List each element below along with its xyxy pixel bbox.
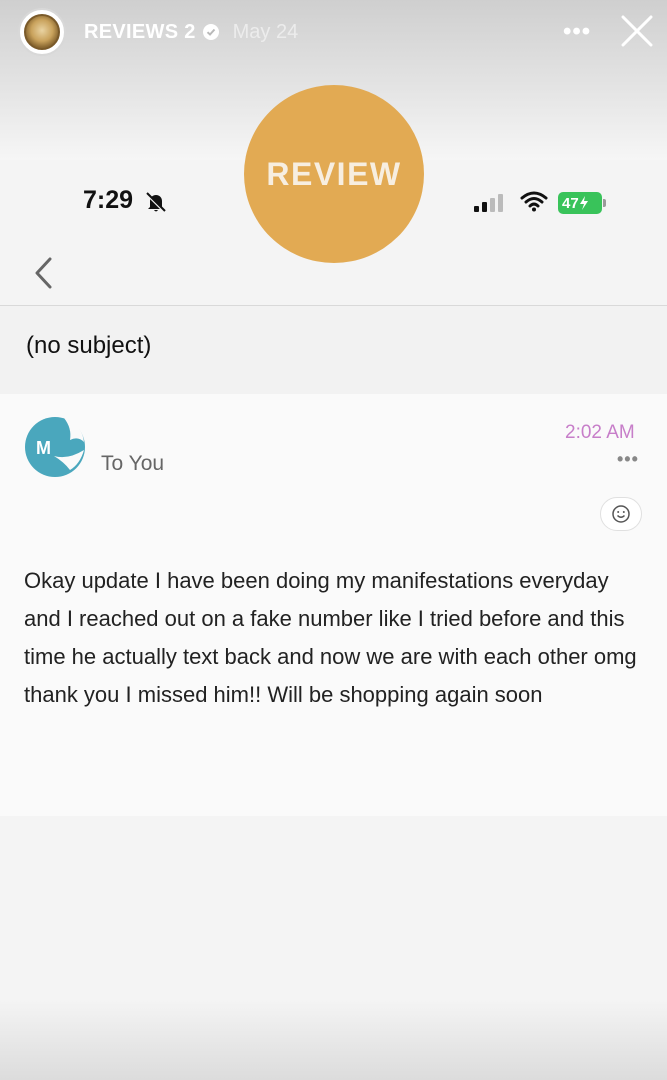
close-icon[interactable] [620, 14, 654, 48]
battery-level: 47 [562, 194, 579, 212]
avatar-image [24, 14, 60, 50]
email-subject: (no subject) [26, 332, 152, 359]
email-body: Okay update I have been doing my manifes… [24, 568, 637, 707]
signal-icon [474, 194, 503, 212]
email-time: 2:02 AM [565, 422, 635, 443]
story-bottom-shade [0, 1000, 667, 1080]
smiley-icon [612, 505, 630, 523]
story-avatar[interactable] [18, 8, 66, 56]
email-more-button[interactable]: ••• [617, 449, 639, 470]
recipient-label: To You [101, 452, 165, 475]
svg-text:M: M [36, 438, 51, 458]
bell-muted-icon [145, 192, 167, 214]
sender-logo-icon: M [25, 417, 85, 477]
review-sticker: REVIEW [244, 85, 424, 263]
wifi-icon [520, 191, 548, 212]
story-date: May 24 [232, 20, 299, 43]
add-reaction-button[interactable] [600, 497, 642, 531]
story-account-name[interactable]: REVIEWS 2 [84, 21, 196, 44]
story-more-button[interactable]: ••• [563, 18, 591, 46]
charging-bolt-icon [579, 196, 588, 210]
battery-indicator: 47 [558, 192, 602, 214]
verified-badge-icon [202, 24, 219, 40]
battery-nub [603, 199, 606, 207]
status-time: 7:29 [83, 186, 134, 214]
back-chevron-icon[interactable] [32, 256, 54, 290]
